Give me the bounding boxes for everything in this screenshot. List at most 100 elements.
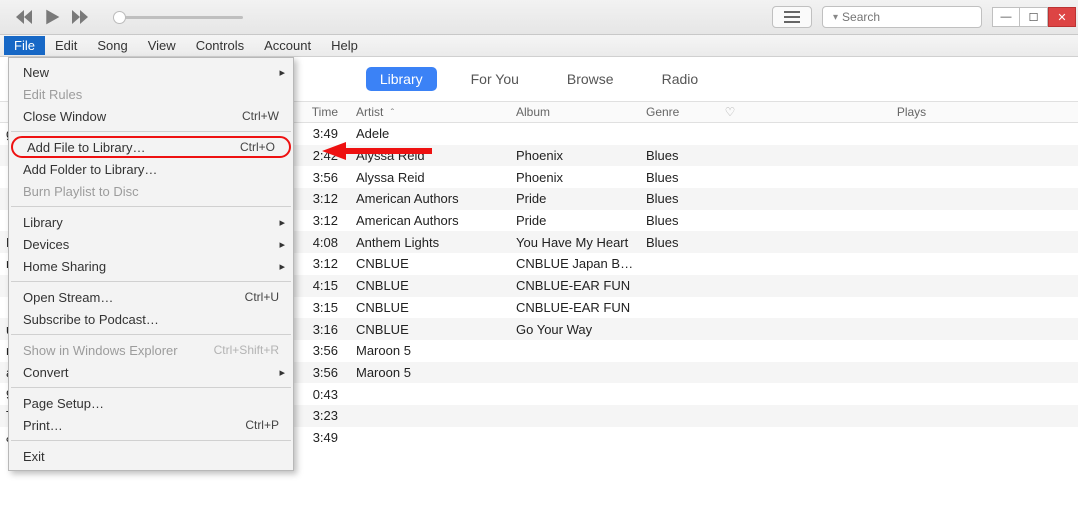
sort-ascending-icon: ˆ <box>391 108 394 119</box>
cell-time: 3:12 <box>295 213 350 228</box>
cell-album: Pride <box>510 213 640 228</box>
cell-album: Pride <box>510 191 640 206</box>
file-menu-item-add-folder-to-library[interactable]: Add Folder to Library… <box>9 158 293 180</box>
volume-thumb[interactable] <box>113 11 126 24</box>
next-track-button[interactable] <box>71 8 89 26</box>
file-menu-item-show-in-windows-explorer: Show in Windows ExplorerCtrl+Shift+R <box>9 339 293 361</box>
menu-item-label: Open Stream… <box>23 290 113 305</box>
tab-radio[interactable]: Radio <box>648 67 713 91</box>
menu-separator <box>11 206 291 207</box>
menu-item-label: Close Window <box>23 109 106 124</box>
cell-time: 3:56 <box>295 170 350 185</box>
cell-genre: Blues <box>640 213 715 228</box>
file-menu-item-convert[interactable]: Convert ▸ <box>9 361 293 383</box>
menu-separator <box>11 131 291 132</box>
column-love-header[interactable]: ♡ <box>715 105 745 119</box>
menu-item-label: Exit <box>23 449 45 464</box>
playback-controls <box>15 8 89 26</box>
play-button[interactable] <box>43 8 61 26</box>
cell-artist: Anthem Lights <box>350 235 510 250</box>
cell-album: Go Your Way <box>510 322 640 337</box>
cell-genre: Blues <box>640 170 715 185</box>
file-menu-item-devices[interactable]: Devices ▸ <box>9 233 293 255</box>
cell-time: 4:15 <box>295 278 350 293</box>
cell-album: CNBLUE-EAR FUN <box>510 300 640 315</box>
menu-song[interactable]: Song <box>87 36 137 55</box>
submenu-caret-icon: ▸ <box>279 366 285 379</box>
cell-genre: Blues <box>640 148 715 163</box>
menu-item-label: Edit Rules <box>23 87 82 102</box>
tab-browse[interactable]: Browse <box>553 67 628 91</box>
submenu-caret-icon: ▸ <box>279 238 285 251</box>
column-plays-header[interactable]: Plays <box>745 105 1078 119</box>
cell-genre: Blues <box>640 191 715 206</box>
cell-artist: American Authors <box>350 191 510 206</box>
menu-item-label: Print… <box>23 418 63 433</box>
menu-item-label: Add File to Library… <box>27 140 146 155</box>
file-menu-item-home-sharing[interactable]: Home Sharing ▸ <box>9 255 293 277</box>
top-toolbar: ▾ — ☐ ✕ <box>0 0 1078 35</box>
window-minimize-button[interactable]: — <box>992 7 1020 27</box>
tab-for-you[interactable]: For You <box>457 67 533 91</box>
cell-time: 3:49 <box>295 430 350 445</box>
menu-item-label: New <box>23 65 49 80</box>
cell-time: 3:56 <box>295 343 350 358</box>
column-genre-header[interactable]: Genre <box>640 105 715 119</box>
file-menu-dropdown: New▸Edit RulesClose WindowCtrl+WAdd File… <box>8 57 294 471</box>
search-input[interactable] <box>842 10 997 24</box>
submenu-caret-icon: ▸ <box>279 216 285 229</box>
cell-album: Phoenix <box>510 170 640 185</box>
tab-library[interactable]: Library <box>366 67 437 91</box>
file-menu-item-add-file-to-library[interactable]: Add File to Library… Ctrl+O <box>11 136 291 158</box>
menu-edit[interactable]: Edit <box>45 36 87 55</box>
list-view-button[interactable] <box>772 6 812 28</box>
menu-item-label: Devices <box>23 237 69 252</box>
menu-item-label: Home Sharing <box>23 259 106 274</box>
file-menu-item-open-stream[interactable]: Open Stream… Ctrl+U <box>9 286 293 308</box>
window-maximize-button[interactable]: ☐ <box>1020 7 1048 27</box>
file-menu-item-exit[interactable]: Exit <box>9 445 293 467</box>
menu-item-label: Burn Playlist to Disc <box>23 184 139 199</box>
menu-item-label: Library <box>23 215 63 230</box>
file-menu-item-subscribe-to-podcast[interactable]: Subscribe to Podcast… <box>9 308 293 330</box>
file-menu-item-burn-playlist-to-disc: Burn Playlist to Disc <box>9 180 293 202</box>
menu-item-label: Add Folder to Library… <box>23 162 157 177</box>
menu-account[interactable]: Account <box>254 36 321 55</box>
cell-time: 3:56 <box>295 365 350 380</box>
menu-view[interactable]: View <box>138 36 186 55</box>
menu-bar: FileEditSongViewControlsAccountHelp <box>0 35 1078 57</box>
menu-controls[interactable]: Controls <box>186 36 254 55</box>
file-menu-item-print[interactable]: Print…Ctrl+P <box>9 414 293 436</box>
menu-help[interactable]: Help <box>321 36 368 55</box>
menu-separator <box>11 281 291 282</box>
annotation-arrow <box>322 140 432 162</box>
submenu-caret-icon: ▸ <box>279 260 285 273</box>
previous-track-button[interactable] <box>15 8 33 26</box>
cell-album: Phoenix <box>510 148 640 163</box>
file-menu-item-page-setup[interactable]: Page Setup… <box>9 392 293 414</box>
column-album-header[interactable]: Album <box>510 105 640 119</box>
menu-item-label: Show in Windows Explorer <box>23 343 178 358</box>
column-time-header[interactable]: Time <box>295 105 350 119</box>
file-menu-item-library[interactable]: Library ▸ <box>9 211 293 233</box>
menu-item-label: Subscribe to Podcast… <box>23 312 159 327</box>
cell-artist: American Authors <box>350 213 510 228</box>
file-menu-item-close-window[interactable]: Close WindowCtrl+W <box>9 105 293 127</box>
search-box[interactable]: ▾ <box>822 6 982 28</box>
menu-item-shortcut: Ctrl+O <box>240 140 275 154</box>
cell-time: 3:12 <box>295 191 350 206</box>
menu-item-label: Convert <box>23 365 69 380</box>
cell-time: 3:16 <box>295 322 350 337</box>
menu-item-shortcut: Ctrl+U <box>245 290 279 304</box>
cell-time: 3:12 <box>295 256 350 271</box>
cell-artist: CNBLUE <box>350 256 510 271</box>
column-artist-header[interactable]: Artist ˆ <box>350 105 510 119</box>
menu-separator <box>11 387 291 388</box>
cell-album: CNBLUE Japan Best… <box>510 256 640 271</box>
menu-file[interactable]: File <box>4 36 45 55</box>
cell-time: 3:15 <box>295 300 350 315</box>
file-menu-item-new[interactable]: New▸ <box>9 61 293 83</box>
window-close-button[interactable]: ✕ <box>1048 7 1076 27</box>
cell-artist: CNBLUE <box>350 322 510 337</box>
volume-slider[interactable] <box>113 16 243 19</box>
